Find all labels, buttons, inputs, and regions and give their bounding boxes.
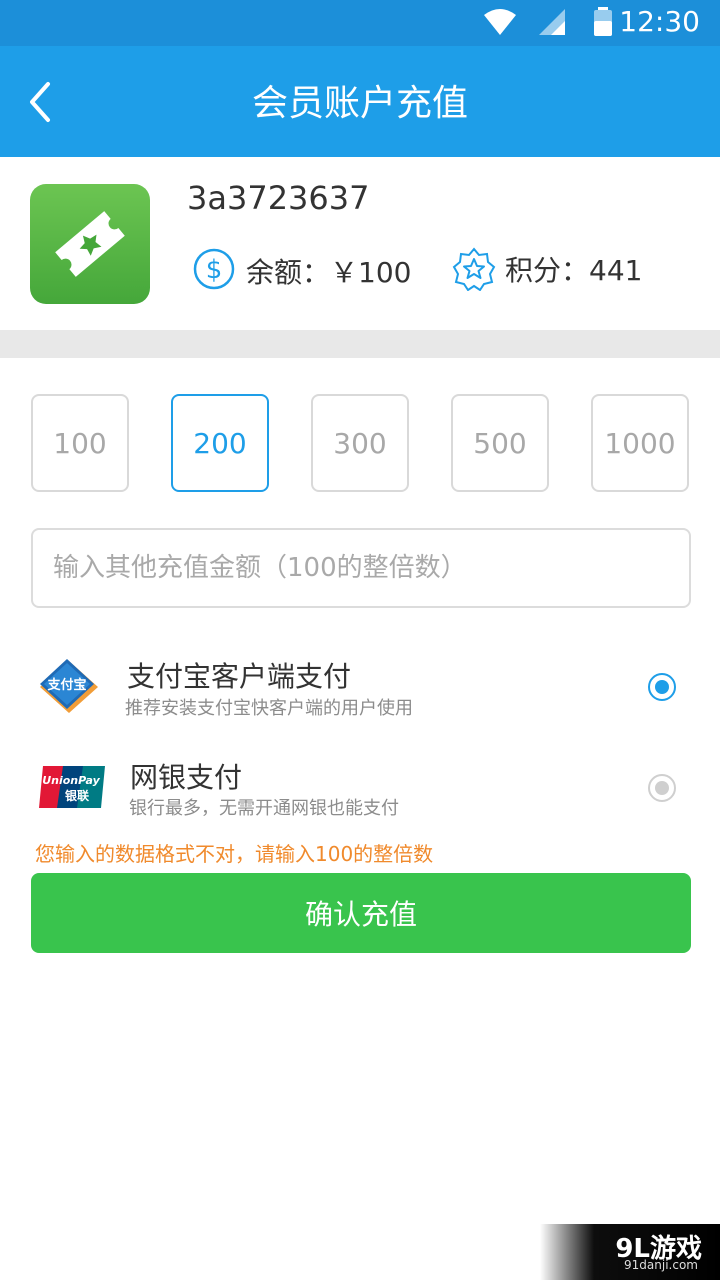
page-title: 会员账户充值 — [251, 83, 468, 124]
battery-icon — [594, 7, 612, 36]
amount-option-500[interactable]: 500 — [451, 394, 549, 492]
unionpay-subtitle: 银行最多，无需开通网银也能支付 — [129, 798, 399, 819]
balance-label: 余额：￥100 — [246, 256, 412, 289]
points-label: 积分：441 — [505, 254, 643, 287]
ticket-icon — [55, 211, 125, 277]
unionpay-logo-icon: UnionPay 银联 — [39, 766, 105, 808]
app-icon — [30, 184, 150, 304]
star-badge-icon — [452, 247, 496, 291]
custom-amount-input[interactable] — [31, 528, 691, 608]
watermark: 9L游戏 91danji.com — [540, 1224, 720, 1280]
account-id: 3a3723637 — [187, 179, 370, 217]
alipay-radio[interactable] — [648, 673, 676, 701]
amount-option-100[interactable]: 100 — [31, 394, 129, 492]
amount-option-300[interactable]: 300 — [311, 394, 409, 492]
header: 会员账户充值 — [0, 46, 720, 157]
wifi-icon — [484, 9, 516, 35]
alipay-logo-text: 支付宝 — [46, 677, 86, 693]
error-message: 您输入的数据格式不对，请输入100的整倍数 — [35, 842, 434, 866]
amount-option-200[interactable]: 200 — [171, 394, 269, 492]
unionpay-title: 网银支付 — [130, 761, 243, 794]
status-time: 12:30 — [619, 5, 700, 38]
account-card: 3a3723637 $ 余额：￥100 积分：441 — [0, 157, 720, 330]
alipay-subtitle: 推荐安装支付宝快客户端的用户使用 — [125, 698, 413, 719]
unionpay-radio[interactable] — [648, 774, 676, 802]
svg-text:$: $ — [206, 255, 223, 285]
alipay-logo-icon: 支付宝 — [40, 659, 98, 713]
watermark-url: 91danji.com — [624, 1258, 698, 1272]
dollar-icon: $ — [193, 248, 235, 290]
unionpay-logo-text: UnionPay — [42, 774, 100, 787]
alipay-title: 支付宝客户端支付 — [127, 660, 352, 693]
payment-option-alipay[interactable]: 支付宝 支付宝客户端支付 推荐安装支付宝快客户端的用户使用 — [0, 637, 720, 737]
unionpay-logo-cn: 银联 — [65, 788, 89, 803]
status-bar: 12:30 — [0, 0, 720, 46]
confirm-recharge-button[interactable]: 确认充值 — [31, 873, 691, 953]
amount-option-1000[interactable]: 1000 — [591, 394, 689, 492]
section-divider — [0, 330, 720, 358]
signal-icon — [539, 9, 565, 35]
payment-option-unionpay[interactable]: UnionPay 银联 网银支付 银行最多，无需开通网银也能支付 — [0, 738, 720, 838]
